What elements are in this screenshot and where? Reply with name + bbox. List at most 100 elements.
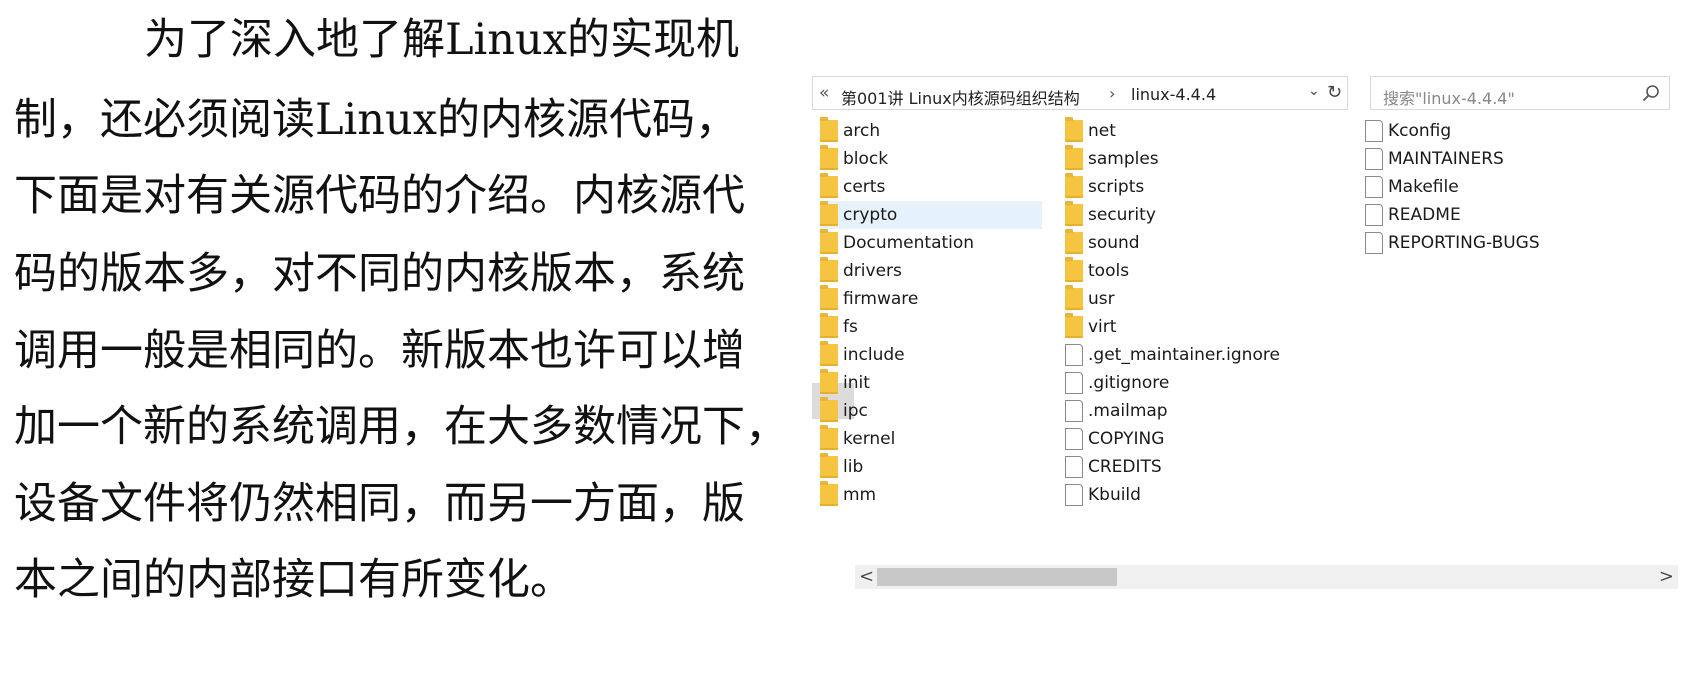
folder-item[interactable]: sound: [1065, 229, 1355, 257]
item-label: .gitignore: [1088, 373, 1170, 393]
folder-item[interactable]: fs: [820, 313, 1042, 341]
item-label: ipc: [843, 401, 868, 421]
scroll-left-icon[interactable]: <: [859, 566, 874, 587]
folder-icon: [820, 117, 838, 142]
folder-item[interactable]: firmware: [820, 285, 1042, 313]
search-placeholder[interactable]: 搜索"linux-4.4.4": [1383, 85, 1515, 109]
paragraph-line: 制，还必须阅读Linux的内核源代码，: [14, 95, 738, 145]
item-label: mm: [843, 485, 877, 505]
item-label: REPORTING-BUGS: [1388, 233, 1540, 253]
folder-icon: [820, 425, 838, 450]
folder-icon: [1065, 257, 1083, 282]
item-label: Kbuild: [1088, 485, 1141, 505]
folder-item[interactable]: init: [820, 369, 1042, 397]
item-label: security: [1088, 205, 1156, 225]
file-icon: [1365, 176, 1383, 198]
item-label: include: [843, 345, 905, 365]
item-label: crypto: [843, 205, 898, 225]
folder-item[interactable]: samples: [1065, 145, 1355, 173]
item-label: Kconfig: [1388, 121, 1452, 141]
folder-item[interactable]: crypto: [820, 201, 1042, 229]
item-label: certs: [843, 177, 886, 197]
file-item[interactable]: .mailmap: [1065, 397, 1355, 425]
file-item[interactable]: .get_maintainer.ignore: [1065, 341, 1355, 369]
folder-icon: [1065, 285, 1083, 310]
address-bar[interactable]: « 第001讲 Linux内核源码组织结构 › linux-4.4.4 ⌄ ↻: [812, 76, 1348, 110]
folder-item[interactable]: security: [1065, 201, 1355, 229]
item-label: MAINTAINERS: [1388, 149, 1504, 169]
folder-icon: [1065, 173, 1083, 198]
folder-icon: [820, 201, 838, 226]
folder-icon: [1065, 201, 1083, 226]
folder-item[interactable]: virt: [1065, 313, 1355, 341]
breadcrumb-current[interactable]: linux-4.4.4: [1131, 85, 1216, 104]
folder-item[interactable]: ipc: [820, 397, 1042, 425]
file-icon: [1065, 344, 1083, 366]
refresh-icon[interactable]: ↻: [1327, 82, 1342, 103]
breadcrumb-separator-icon[interactable]: ›: [1109, 84, 1115, 103]
folder-item[interactable]: net: [1065, 117, 1355, 145]
folder-item[interactable]: scripts: [1065, 173, 1355, 201]
file-icon: [1065, 400, 1083, 422]
item-label: samples: [1088, 149, 1159, 169]
folder-icon: [1065, 145, 1083, 170]
scrollbar-thumb[interactable]: [877, 568, 1117, 586]
file-icon: [1365, 232, 1383, 254]
file-icon: [1365, 120, 1383, 142]
overflow-chevron-icon[interactable]: «: [819, 83, 829, 103]
file-icon: [1365, 204, 1383, 226]
folder-item[interactable]: usr: [1065, 285, 1355, 313]
file-item[interactable]: CREDITS: [1065, 453, 1355, 481]
file-item[interactable]: .gitignore: [1065, 369, 1355, 397]
folder-item[interactable]: block: [820, 145, 1042, 173]
file-explorer: « 第001讲 Linux内核源码组织结构 › linux-4.4.4 ⌄ ↻ …: [812, 70, 1682, 600]
item-label: arch: [843, 121, 881, 141]
file-icon: [1065, 484, 1083, 506]
breadcrumb-parent[interactable]: 第001讲 Linux内核源码组织结构: [841, 85, 1080, 109]
search-box[interactable]: 搜索"linux-4.4.4": [1370, 76, 1670, 110]
paragraph-line: 本之间的内部接口有所变化。: [14, 555, 573, 605]
scroll-right-icon[interactable]: >: [1659, 566, 1674, 587]
folder-item[interactable]: arch: [820, 117, 1042, 145]
item-label: virt: [1088, 317, 1117, 337]
item-label: block: [843, 149, 889, 169]
item-label: .mailmap: [1088, 401, 1168, 421]
folder-item[interactable]: include: [820, 341, 1042, 369]
file-icon: [1065, 372, 1083, 394]
item-label: init: [843, 373, 870, 393]
folder-item[interactable]: lib: [820, 453, 1042, 481]
folder-icon: [820, 229, 838, 254]
folder-item[interactable]: drivers: [820, 257, 1042, 285]
item-label: README: [1388, 205, 1461, 225]
item-label: lib: [843, 457, 864, 477]
file-item[interactable]: REPORTING-BUGS: [1365, 229, 1675, 257]
file-item[interactable]: Kbuild: [1065, 481, 1355, 509]
item-label: fs: [843, 317, 858, 337]
paragraph-line: 为了深入地了解Linux的实现机: [144, 15, 739, 65]
item-label: tools: [1088, 261, 1130, 281]
file-item[interactable]: Kconfig: [1365, 117, 1675, 145]
folder-item[interactable]: tools: [1065, 257, 1355, 285]
file-item[interactable]: Makefile: [1365, 173, 1675, 201]
folder-item[interactable]: kernel: [820, 425, 1042, 453]
folder-icon: [1065, 229, 1083, 254]
folder-item[interactable]: mm: [820, 481, 1042, 509]
folder-icon: [1065, 313, 1083, 338]
folder-item[interactable]: Documentation: [820, 229, 1042, 257]
folder-icon: [820, 369, 838, 394]
folder-icon: [820, 341, 838, 366]
file-icon: [1065, 428, 1083, 450]
horizontal-scrollbar[interactable]: < >: [855, 565, 1678, 589]
item-label: sound: [1088, 233, 1140, 253]
search-icon[interactable]: [1641, 83, 1661, 103]
file-item[interactable]: MAINTAINERS: [1365, 145, 1675, 173]
paragraph-line: 加一个新的系统调用，在大多数情况下，: [14, 402, 788, 452]
item-label: Documentation: [843, 233, 975, 253]
file-item[interactable]: README: [1365, 201, 1675, 229]
file-item[interactable]: COPYING: [1065, 425, 1355, 453]
paragraph-line: 设备文件将仍然相同，而另一方面，版: [14, 479, 745, 529]
folder-icon: [820, 173, 838, 198]
folder-item[interactable]: certs: [820, 173, 1042, 201]
folder-icon: [820, 397, 838, 422]
address-dropdown-icon[interactable]: ⌄: [1308, 83, 1320, 99]
